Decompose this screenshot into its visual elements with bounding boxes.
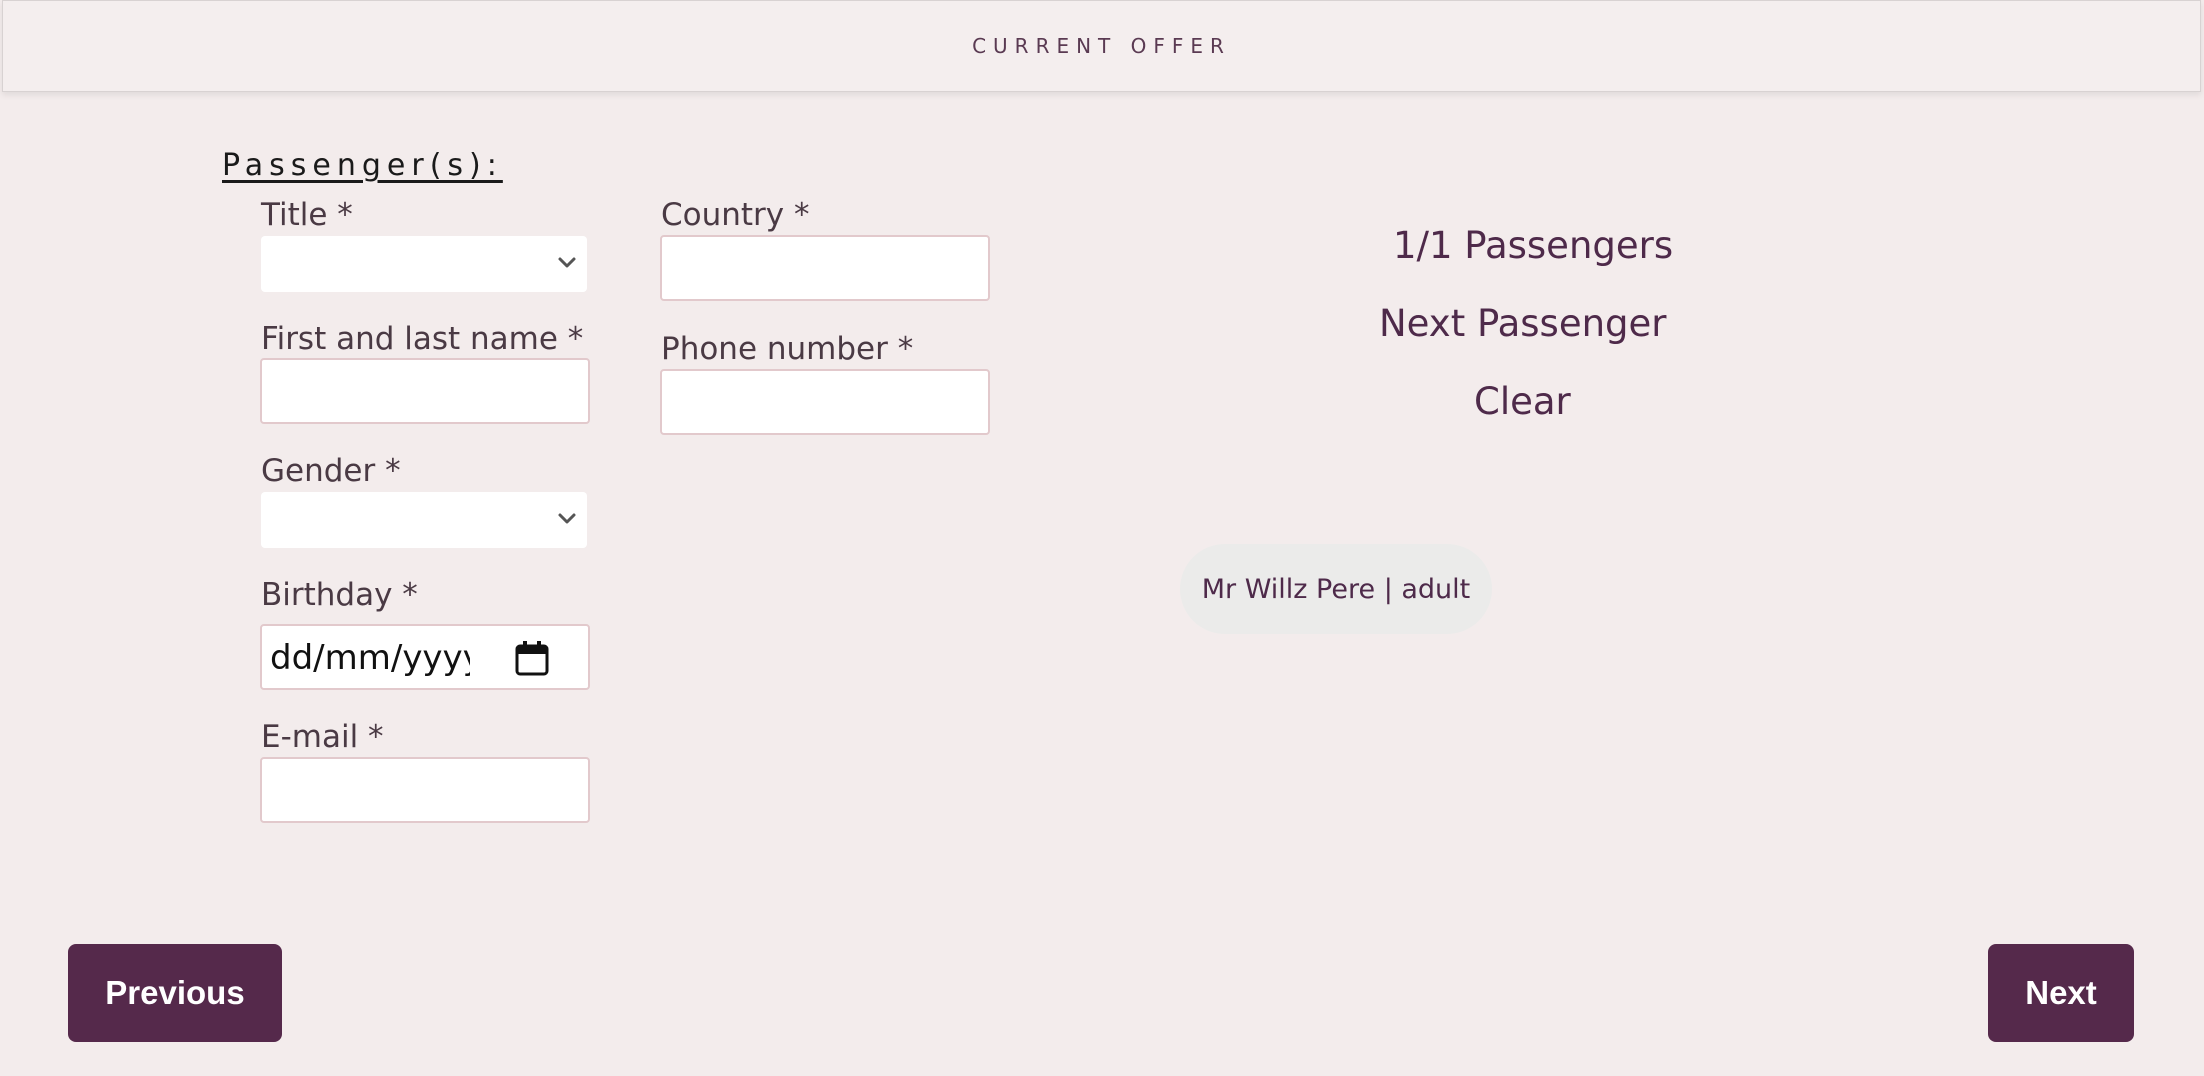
email-input[interactable] (260, 757, 590, 823)
email-label: E-mail * (261, 719, 384, 755)
clear-link[interactable]: Clear (1474, 380, 1571, 423)
header-title: CURRENT OFFER (972, 34, 1231, 58)
phone-input[interactable] (660, 369, 990, 435)
next-button[interactable]: Next (1988, 944, 2134, 1042)
page: CURRENT OFFER Passenger(s): Title * Firs… (0, 0, 2204, 1076)
header-bar: CURRENT OFFER (2, 0, 2201, 92)
calendar-icon[interactable] (515, 640, 549, 676)
passenger-count: 1/1 Passengers (1393, 224, 1674, 267)
passenger-chip[interactable]: Mr Willz Pere | adult (1180, 544, 1492, 634)
country-label: Country * (661, 197, 810, 233)
birthday-input[interactable]: dd/mm/yyyy (260, 624, 590, 690)
next-passenger-link[interactable]: Next Passenger (1379, 302, 1667, 345)
phone-label: Phone number * (661, 331, 914, 367)
title-select[interactable] (261, 236, 587, 292)
gender-select[interactable] (261, 492, 587, 548)
chevron-down-icon (558, 513, 576, 524)
gender-label: Gender * (261, 453, 401, 489)
previous-button[interactable]: Previous (68, 944, 282, 1042)
name-input[interactable] (260, 358, 590, 424)
birthday-label: Birthday * (261, 577, 418, 613)
passengers-heading: Passenger(s): (222, 148, 503, 183)
chevron-down-icon (558, 257, 576, 268)
title-label: Title * (261, 197, 353, 233)
name-label: First and last name * (261, 321, 584, 357)
country-input[interactable] (660, 235, 990, 301)
birthday-placeholder: dd/mm/yyyy (270, 638, 470, 678)
